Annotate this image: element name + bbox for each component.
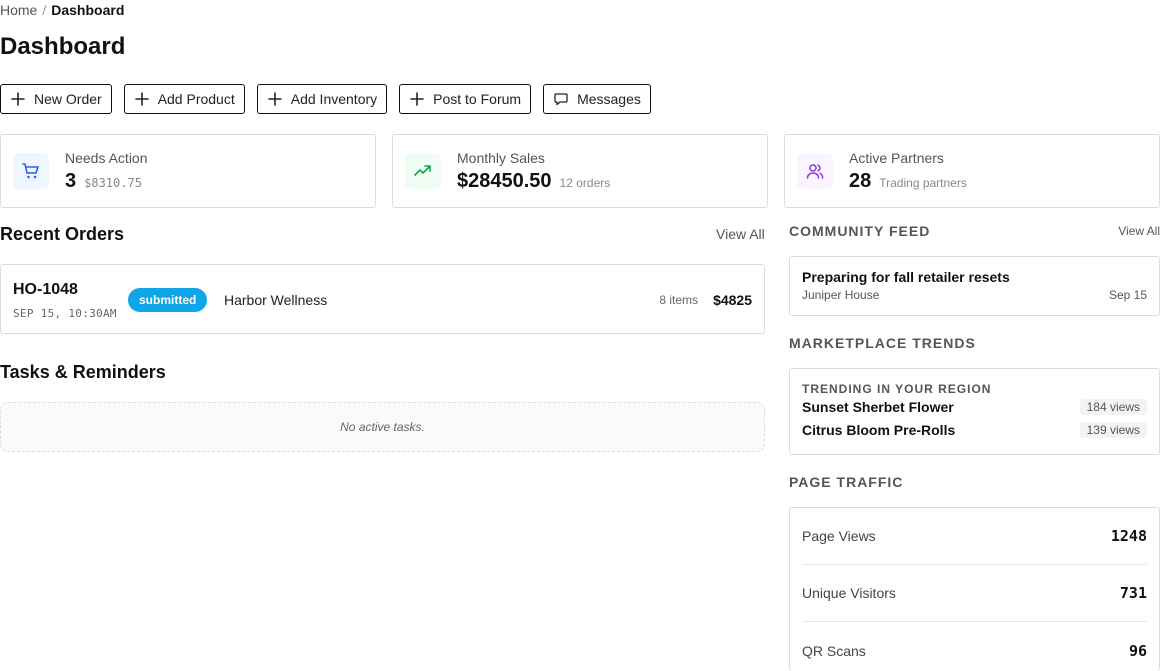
stat-value: $28450.50 — [457, 169, 552, 192]
trends-heading: TRENDING IN YOUR REGION — [802, 382, 992, 396]
stat-label: Active Partners — [849, 149, 944, 166]
stat-icon-box — [405, 153, 441, 189]
new-order-button[interactable]: New Order — [0, 84, 112, 114]
traffic-metric-label: QR Scans — [802, 642, 866, 659]
order-total: $4825 — [713, 292, 752, 308]
trend-item-views: 139 views — [1079, 422, 1147, 438]
plus-icon — [267, 92, 282, 106]
traffic-metric-label: Unique Visitors — [802, 585, 896, 601]
trending-up-icon — [414, 165, 431, 176]
traffic-metric-value: 96 — [1128, 641, 1147, 660]
breadcrumb-current: Dashboard — [51, 2, 125, 18]
stat-subtext: 12 orders — [559, 175, 611, 190]
post-to-forum-button-label: Post to Forum — [433, 91, 522, 107]
users-icon — [806, 164, 824, 179]
tasks-empty-state: No active tasks. — [0, 402, 765, 452]
stat-subtext: $8310.75 — [84, 175, 142, 190]
breadcrumb-separator: / — [42, 2, 47, 18]
messages-button[interactable]: Messages — [543, 84, 651, 114]
new-order-button-label: New Order — [34, 91, 102, 107]
traffic-card: Page Views 1248 Unique Visitors 731 QR S… — [789, 507, 1160, 671]
order-date: SEP 15, 10:30AM — [13, 307, 117, 320]
community-feed-view-all-link[interactable]: View All — [1118, 224, 1160, 238]
traffic-metric-row: Page Views 1248 — [802, 508, 1147, 565]
stat-label: Needs Action — [65, 149, 148, 166]
feed-post-title: Preparing for fall retailer resets — [802, 269, 1010, 285]
trend-item-views: 184 views — [1079, 399, 1147, 415]
feed-post-date: Sep 15 — [1108, 288, 1147, 302]
stat-icon-box — [13, 153, 49, 189]
stat-card-monthly-sales[interactable]: Monthly Sales $28450.50 12 orders — [392, 134, 768, 208]
stat-icon-box — [797, 153, 833, 189]
community-feed-title: COMMUNITY FEED — [789, 223, 931, 239]
feed-post-author: Juniper House — [802, 288, 880, 302]
add-product-button[interactable]: Add Product — [123, 84, 245, 114]
page-traffic-title: PAGE TRAFFIC — [789, 474, 904, 490]
traffic-metric-row: Unique Visitors 731 — [802, 565, 1147, 622]
order-id: HO-1048 — [13, 281, 78, 298]
breadcrumb: Home / Dashboard — [0, 2, 124, 18]
stat-card-needs-action[interactable]: Needs Action 3 $8310.75 — [0, 134, 376, 208]
traffic-metric-value: 1248 — [1110, 527, 1147, 545]
order-row[interactable]: HO-1048 SEP 15, 10:30AM submitted Harbor… — [0, 264, 765, 334]
order-status-badge: submitted — [128, 288, 208, 312]
stat-label: Monthly Sales — [457, 149, 545, 166]
marketplace-trends-title: MARKETPLACE TRENDS — [789, 335, 976, 351]
cart-icon — [22, 163, 39, 179]
plus-icon — [410, 92, 424, 106]
traffic-metric-value: 731 — [1119, 584, 1147, 602]
messages-button-label: Messages — [577, 91, 641, 107]
message-icon — [554, 93, 568, 106]
trends-card: TRENDING IN YOUR REGION Sunset Sherbet F… — [789, 368, 1160, 455]
breadcrumb-home-link[interactable]: Home — [0, 2, 37, 18]
add-inventory-button[interactable]: Add Inventory — [256, 84, 388, 114]
plus-icon — [134, 92, 149, 106]
traffic-metric-row: QR Scans 96 — [802, 622, 1147, 671]
add-product-button-label: Add Product — [157, 91, 235, 107]
recent-orders-view-all-link[interactable]: View All — [716, 226, 765, 242]
recent-orders-title: Recent Orders — [0, 224, 125, 244]
tasks-title: Tasks & Reminders — [0, 362, 166, 382]
stat-value: 28 — [849, 169, 872, 192]
stat-subtext: Trading partners — [879, 175, 967, 190]
add-inventory-button-label: Add Inventory — [290, 91, 378, 107]
traffic-metric-label: Page Views — [802, 528, 876, 544]
page-title: Dashboard — [0, 33, 126, 60]
order-item-count: 8 items — [659, 293, 698, 307]
quick-actions-toolbar: New Order Add Product Add Inventory Post… — [0, 84, 651, 114]
order-customer: Harbor Wellness — [224, 292, 328, 308]
plus-icon — [11, 92, 25, 106]
trend-item[interactable]: Sunset Sherbet Flower 184 views — [802, 399, 1147, 415]
feed-post[interactable]: Preparing for fall retailer resets Junip… — [789, 256, 1160, 316]
stats-row: Needs Action 3 $8310.75 Monthly Sales $2… — [0, 134, 1160, 208]
trend-item-name: Sunset Sherbet Flower — [802, 399, 954, 415]
stat-card-active-partners[interactable]: Active Partners 28 Trading partners — [784, 134, 1160, 208]
trend-item-name: Citrus Bloom Pre-Rolls — [802, 422, 956, 438]
post-to-forum-button[interactable]: Post to Forum — [399, 84, 532, 114]
trend-item[interactable]: Citrus Bloom Pre-Rolls 139 views — [802, 422, 1147, 438]
stat-value: 3 — [65, 169, 77, 192]
